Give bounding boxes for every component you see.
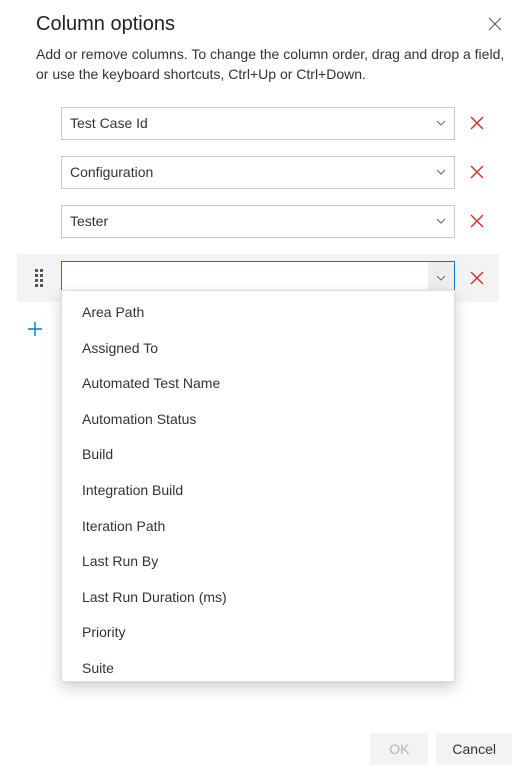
chevron-down-icon (436, 218, 446, 224)
dropdown-option[interactable]: Area Path (62, 295, 454, 331)
chevron-down-icon (436, 275, 446, 281)
dialog-title: Column options (36, 13, 175, 36)
column-label: Configuration (70, 164, 153, 180)
column-options-dialog: Column options Add or remove columns. To… (0, 0, 526, 779)
add-column-button[interactable] (26, 320, 44, 338)
dropdown-option[interactable]: Assigned To (62, 331, 454, 367)
remove-column-button[interactable] (467, 211, 487, 231)
column-combobox[interactable]: Test Case Id (61, 107, 455, 140)
dropdown-option[interactable]: Automation Status (62, 402, 454, 438)
close-button[interactable] (481, 10, 509, 38)
x-icon (469, 270, 485, 286)
cancel-button[interactable]: Cancel (436, 733, 512, 765)
column-label: Tester (70, 213, 108, 229)
column-row[interactable]: Tester (61, 205, 509, 238)
column-rows: Test Case Id Configuration Tes (61, 107, 509, 302)
drag-icon (35, 269, 43, 287)
plus-icon (26, 320, 44, 338)
column-input[interactable] (62, 262, 428, 293)
x-icon (469, 115, 485, 131)
column-row[interactable]: Configuration (61, 156, 509, 189)
dialog-description: Add or remove columns. To change the col… (36, 44, 509, 85)
remove-column-button[interactable] (467, 113, 487, 133)
dropdown-option[interactable]: Last Run By (62, 544, 454, 580)
dropdown-option[interactable]: Suite (62, 651, 454, 682)
dropdown-option[interactable]: Priority (62, 615, 454, 651)
chevron-down-icon (436, 169, 446, 175)
column-options-dropdown[interactable]: Area Path Assigned To Automated Test Nam… (61, 290, 455, 682)
x-icon (469, 213, 485, 229)
dropdown-list: Area Path Assigned To Automated Test Nam… (62, 291, 454, 682)
x-icon (469, 164, 485, 180)
remove-column-button[interactable] (467, 162, 487, 182)
column-row[interactable]: Test Case Id (61, 107, 509, 140)
dialog-footer: OK Cancel (370, 733, 512, 765)
column-label: Test Case Id (70, 115, 148, 131)
chevron-down-icon (436, 120, 446, 126)
close-icon (487, 16, 503, 32)
column-combobox[interactable]: Tester (61, 205, 455, 238)
dropdown-option[interactable]: Iteration Path (62, 509, 454, 545)
dropdown-toggle-button[interactable] (428, 262, 454, 293)
column-combobox[interactable]: Configuration (61, 156, 455, 189)
drag-handle[interactable] (17, 254, 61, 302)
dropdown-option[interactable]: Integration Build (62, 473, 454, 509)
dropdown-option[interactable]: Build (62, 437, 454, 473)
remove-column-button[interactable] (467, 268, 487, 288)
ok-button[interactable]: OK (370, 733, 428, 765)
dropdown-option[interactable]: Automated Test Name (62, 366, 454, 402)
title-row: Column options (17, 10, 509, 38)
dropdown-option[interactable]: Last Run Duration (ms) (62, 580, 454, 616)
